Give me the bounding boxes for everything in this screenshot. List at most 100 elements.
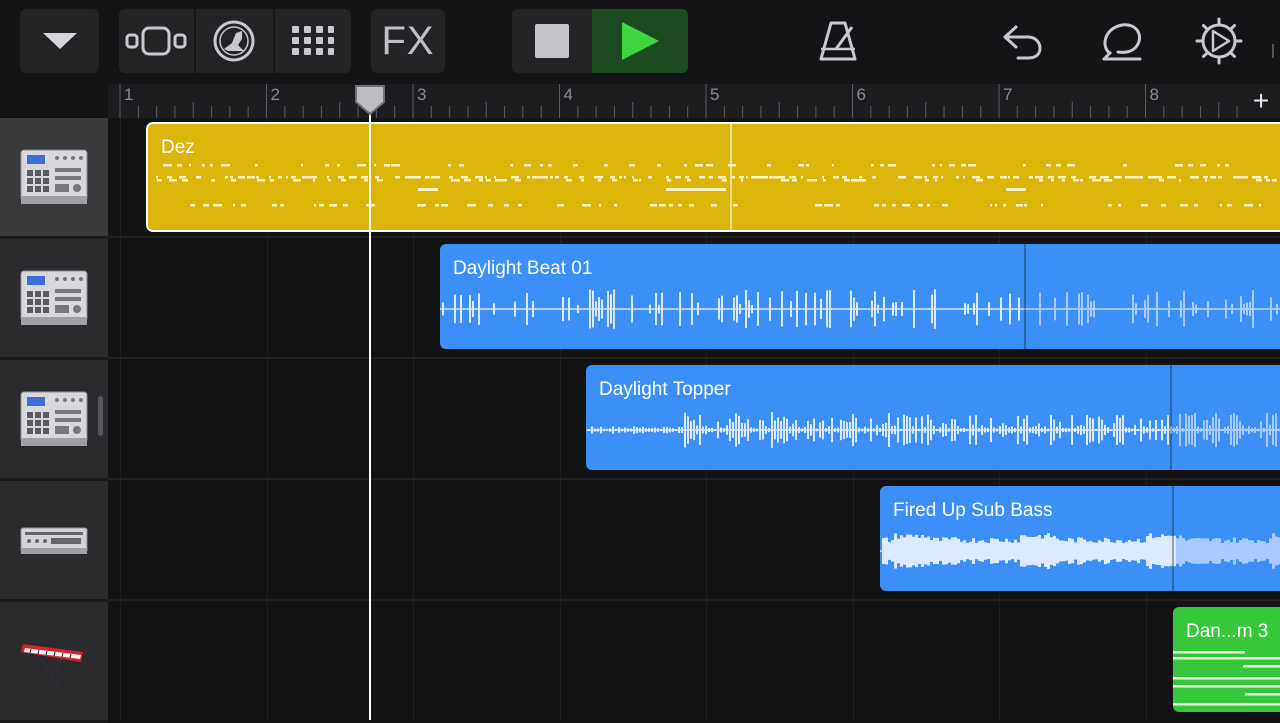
waveform-bar bbox=[1080, 537, 1083, 565]
waveform-bar bbox=[871, 300, 873, 318]
midi-note bbox=[918, 204, 923, 207]
waveform-bar bbox=[1161, 534, 1164, 568]
track-header-2[interactable] bbox=[0, 239, 108, 360]
playhead-handle[interactable] bbox=[353, 84, 387, 116]
midi-note bbox=[1205, 179, 1207, 182]
midi-note bbox=[486, 179, 491, 182]
region-dan-m-3[interactable]: Dan...m 3 bbox=[1173, 607, 1280, 712]
waveform-bar bbox=[895, 301, 897, 317]
bar-ruler[interactable]: 1 2 3 4 5 6 7 8 + bbox=[108, 84, 1280, 118]
midi-note bbox=[163, 164, 172, 167]
midi-note bbox=[956, 176, 959, 179]
grid-view-button[interactable] bbox=[275, 9, 351, 73]
waveform-bar bbox=[624, 427, 626, 433]
waveform-bar bbox=[1189, 308, 1191, 310]
waveform-bar bbox=[978, 428, 980, 432]
midi-note bbox=[963, 176, 965, 179]
tracks-area[interactable]: Dez Daylight Beat 01 Daylight Topper Fir… bbox=[108, 118, 1280, 720]
waveform-bar bbox=[1176, 426, 1178, 434]
fx-button[interactable]: FX bbox=[371, 9, 445, 73]
midi-note bbox=[832, 164, 834, 167]
midi-note bbox=[467, 204, 476, 207]
undo-button[interactable] bbox=[996, 9, 1048, 73]
waveform-bar bbox=[1257, 539, 1260, 563]
midi-note bbox=[1008, 176, 1010, 179]
add-section-button[interactable]: + bbox=[1242, 84, 1280, 118]
midi-note bbox=[384, 164, 390, 167]
midi-note bbox=[524, 164, 531, 167]
region-daylight-topper[interactable]: Daylight Topper bbox=[586, 365, 1280, 470]
waveform-bar bbox=[912, 426, 914, 434]
midi-note bbox=[1058, 176, 1066, 179]
waveform-bar bbox=[1105, 308, 1107, 310]
waveform-bar bbox=[1078, 293, 1080, 325]
playhead[interactable] bbox=[369, 108, 371, 720]
waveform-bar bbox=[487, 308, 489, 310]
waveform-bar bbox=[1054, 297, 1056, 321]
undo-icon bbox=[1003, 25, 1042, 60]
waveform-bar bbox=[1029, 536, 1032, 566]
waveform-bar bbox=[1137, 538, 1140, 564]
waveform-bar bbox=[1038, 423, 1040, 437]
waveform-bar bbox=[1108, 308, 1110, 310]
waveform-bar bbox=[654, 427, 656, 433]
track-header-4[interactable] bbox=[0, 481, 108, 602]
region-fired-up-sub-bass[interactable]: Fired Up Sub Bass bbox=[880, 486, 1280, 591]
waveform-bar bbox=[1230, 542, 1233, 560]
waveform-bar bbox=[1056, 538, 1059, 564]
waveform-bar bbox=[718, 298, 720, 320]
waveform-bar bbox=[1057, 308, 1059, 310]
midi-note bbox=[375, 176, 379, 179]
stop-button[interactable] bbox=[512, 9, 592, 73]
waveform-bar bbox=[781, 291, 783, 327]
midi-note bbox=[233, 204, 235, 207]
region-daylight-beat-01[interactable]: Daylight Beat 01 bbox=[440, 244, 1280, 349]
waveform-bar bbox=[1126, 308, 1128, 310]
midi-note bbox=[599, 204, 601, 207]
metronome-button[interactable] bbox=[812, 9, 864, 73]
smart-controls-button[interactable] bbox=[196, 9, 272, 73]
midi-note bbox=[741, 179, 743, 182]
browser-button[interactable] bbox=[20, 9, 99, 73]
tracks-view-button[interactable] bbox=[119, 9, 193, 73]
waveform-bar bbox=[748, 300, 750, 318]
waveform-bar bbox=[1254, 542, 1257, 560]
waveform-bar bbox=[675, 428, 677, 432]
track-header-3[interactable] bbox=[0, 360, 108, 481]
track-header-5[interactable] bbox=[0, 602, 108, 723]
waveform-bar bbox=[976, 292, 978, 326]
midi-note bbox=[699, 176, 705, 179]
waveform-bar bbox=[481, 308, 483, 310]
waveform-bar bbox=[979, 308, 981, 310]
ruler-bar-number: 4 bbox=[563, 85, 573, 104]
midi-note bbox=[1194, 204, 1198, 207]
midi-note bbox=[650, 204, 657, 207]
waveform-bar bbox=[642, 426, 644, 434]
edge-marker bbox=[1272, 44, 1280, 58]
waveform-bar bbox=[1044, 534, 1047, 568]
waveform-bar bbox=[741, 422, 743, 438]
midi-note bbox=[1173, 651, 1245, 654]
waveform-bar bbox=[927, 536, 930, 566]
midi-note bbox=[874, 204, 879, 207]
region-dez[interactable]: Dez bbox=[146, 122, 1280, 232]
header-scroll-indicator[interactable] bbox=[98, 396, 103, 436]
loop-button[interactable] bbox=[1094, 9, 1150, 73]
settings-button[interactable] bbox=[1193, 9, 1245, 73]
control-bar: FX bbox=[0, 0, 1280, 84]
midi-note bbox=[451, 179, 460, 182]
waveform-bar bbox=[691, 293, 693, 325]
waveform-bar bbox=[969, 541, 972, 561]
waveform-bar bbox=[1012, 308, 1014, 310]
midi-note bbox=[269, 176, 271, 179]
midi-note bbox=[343, 204, 348, 207]
waveform-bar bbox=[1059, 540, 1062, 562]
midi-note bbox=[1241, 176, 1248, 179]
play-button[interactable] bbox=[592, 9, 688, 73]
waveform-bar bbox=[768, 427, 770, 433]
waveform-bar bbox=[1164, 536, 1167, 566]
waveform-bar bbox=[1090, 301, 1092, 317]
track-header-1[interactable] bbox=[0, 118, 108, 239]
waveform-bar bbox=[847, 308, 849, 310]
waveform-bar bbox=[795, 420, 797, 440]
